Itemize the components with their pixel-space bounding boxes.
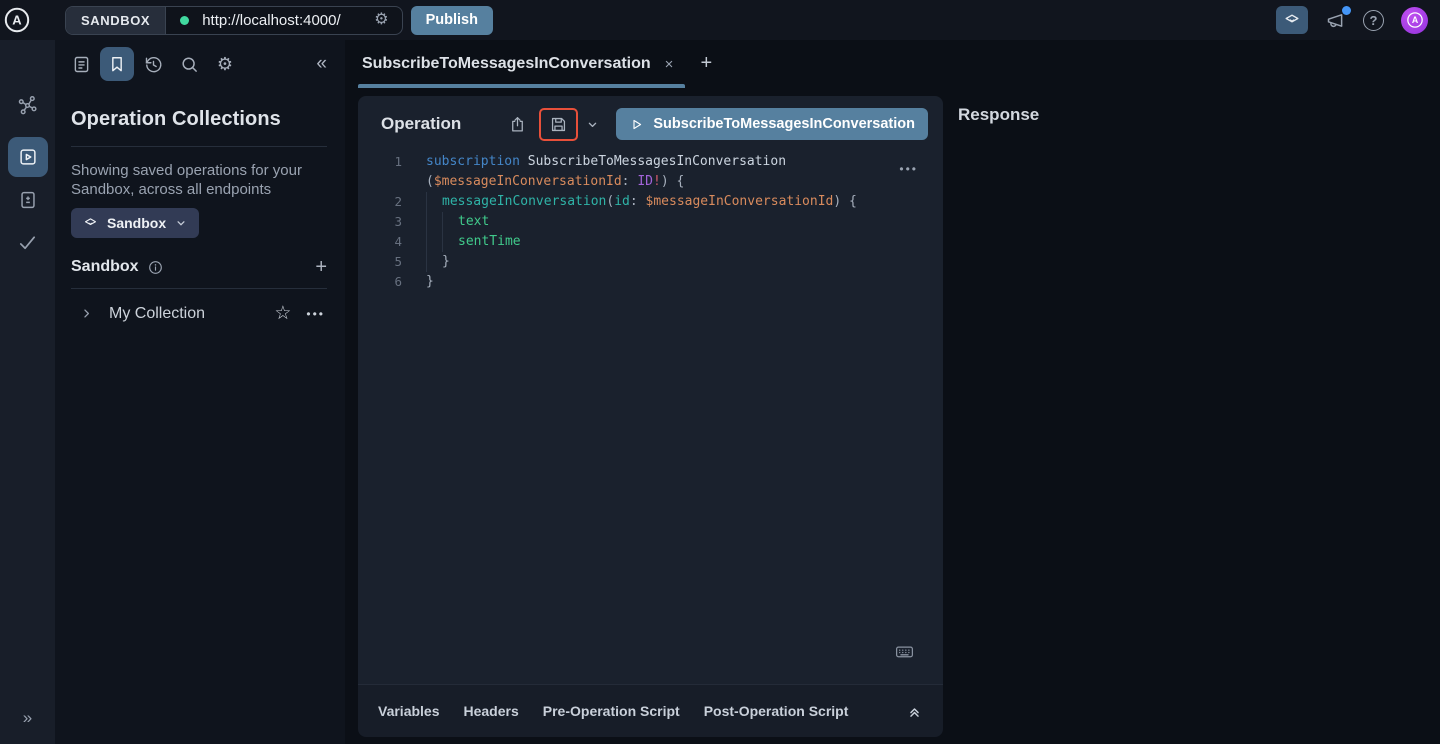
user-avatar[interactable]: A [1401, 7, 1428, 34]
graphql-code-editor[interactable]: 1subscription SubscribeToMessagesInConve… [358, 152, 943, 292]
section-title: Sandbox [71, 258, 139, 276]
graphos-studio-button[interactable] [1276, 6, 1308, 34]
sandbox-cube-icon [82, 215, 99, 232]
collection-menu-icon[interactable]: ••• [306, 308, 325, 320]
explorer-icon[interactable] [8, 137, 48, 177]
line-number: 2 [358, 192, 402, 212]
collection-list-item[interactable]: My Collection ☆ ••• [71, 289, 327, 323]
tab-headers[interactable]: Headers [464, 703, 519, 719]
code-row: 4sentTime [358, 232, 943, 252]
schema-sdl-icon[interactable] [17, 189, 39, 211]
code-row: 2messageInConversation(id: $messageInCon… [358, 192, 943, 212]
save-operation-highlight[interactable] [539, 108, 578, 141]
svg-text:A: A [12, 13, 22, 28]
code-row: 1subscription SubscribeToMessagesInConve… [358, 152, 943, 172]
indent-guide [426, 212, 442, 232]
tab-post-operation-script[interactable]: Post-Operation Script [704, 703, 849, 719]
line-number: 1 [358, 152, 402, 172]
notification-dot [1342, 6, 1351, 15]
topbar-right-actions: ? A [1276, 6, 1428, 34]
panel-description: Showing saved operations for your Sandbo… [71, 161, 321, 199]
tab-active-operation[interactable]: SubscribeToMessagesInConversation × [362, 40, 685, 88]
indent-guide [426, 232, 442, 252]
checks-icon[interactable] [16, 231, 39, 254]
endpoint-bar: SANDBOX http://localhost:4000/ ⚙ [65, 6, 403, 35]
panel-title: Operation Collections [71, 108, 327, 131]
chevron-right-icon[interactable] [79, 306, 94, 321]
save-operation-icon[interactable] [549, 115, 568, 134]
panel-toolbar: ⚙ « [55, 40, 345, 88]
main-area: SubscribeToMessagesInConversation × + Op… [345, 40, 1440, 744]
connection-settings-gear-icon[interactable]: ⚙ [370, 12, 401, 28]
code-row: 5} [358, 252, 943, 272]
share-operation-icon[interactable] [508, 115, 527, 134]
collection-name: My Collection [109, 305, 205, 323]
tab-pre-operation-script[interactable]: Pre-Operation Script [543, 703, 680, 719]
line-number: 3 [358, 212, 402, 232]
play-icon [629, 117, 644, 132]
line-number: 6 [358, 272, 402, 292]
code-row: ($messageInConversationId: ID!) { [358, 172, 943, 192]
main-body: Operation [345, 88, 1440, 744]
publish-button[interactable]: Publish [411, 6, 493, 35]
code-lines: 1subscription SubscribeToMessagesInConve… [358, 152, 943, 292]
tab-label: SubscribeToMessagesInConversation [362, 55, 651, 73]
add-collection-button[interactable]: + [315, 257, 327, 277]
tab-bar: SubscribeToMessagesInConversation × + [345, 40, 1440, 88]
sandbox-section-header: Sandbox + [71, 257, 327, 277]
scope-label: Sandbox [107, 215, 166, 231]
help-icon[interactable]: ? [1363, 10, 1384, 31]
settings-gear-icon[interactable]: ⚙ [207, 47, 243, 81]
code-row: 3text [358, 212, 943, 232]
search-icon[interactable] [171, 47, 207, 81]
workspace: » [0, 40, 1440, 744]
operation-header: Operation [358, 96, 943, 152]
collapse-panel-icon[interactable]: « [312, 51, 331, 77]
code-row: 6} [358, 272, 943, 292]
panel-content: Operation Collections Showing saved oper… [55, 88, 345, 323]
history-icon[interactable] [135, 47, 171, 81]
documentation-icon[interactable] [63, 47, 99, 81]
expand-rail-icon[interactable]: » [0, 708, 55, 728]
operation-actions: SubscribeToMessagesInConversation [508, 108, 928, 141]
line-number: 5 [358, 252, 402, 272]
info-icon[interactable] [147, 259, 164, 276]
operation-panel: Operation [358, 96, 943, 684]
indent-guide [442, 212, 458, 232]
operation-column: Operation [358, 88, 943, 744]
connection-status-dot [180, 16, 189, 25]
indent-guide [442, 232, 458, 252]
new-tab-button[interactable]: + [700, 53, 712, 75]
divider [71, 146, 327, 147]
scope-selector-button[interactable]: Sandbox [71, 208, 199, 238]
line-number: 4 [358, 232, 402, 252]
endpoint-url-input[interactable]: http://localhost:4000/ [202, 12, 370, 29]
operation-footer-tabs: Variables Headers Pre-Operation Script P… [358, 684, 943, 737]
left-rail: » [0, 40, 55, 744]
response-panel: Response [943, 88, 1440, 744]
line-number [358, 172, 402, 192]
run-button-label: SubscribeToMessagesInConversation [653, 116, 915, 132]
operation-collections-panel: ⚙ « Operation Collections Showing saved … [55, 40, 345, 744]
indent-guide [426, 252, 442, 272]
saved-collections-bookmark-icon[interactable] [100, 47, 134, 81]
operation-panel-title: Operation [381, 114, 461, 134]
indent-guide [426, 192, 442, 212]
response-panel-title: Response [958, 105, 1440, 125]
chevron-down-icon [174, 216, 188, 230]
graph-icon[interactable] [16, 94, 39, 117]
star-favorite-icon[interactable]: ☆ [274, 304, 291, 323]
expand-footer-panel-icon[interactable] [906, 703, 923, 720]
run-operation-button[interactable]: SubscribeToMessagesInConversation [616, 108, 928, 140]
topbar: A SANDBOX http://localhost:4000/ ⚙ Publi… [0, 0, 1440, 40]
tab-variables[interactable]: Variables [378, 703, 440, 719]
close-tab-icon[interactable]: × [665, 57, 674, 72]
save-options-chevron-icon[interactable] [585, 117, 600, 132]
announcements-megaphone-icon[interactable] [1325, 10, 1346, 31]
keyboard-shortcuts-icon[interactable] [894, 641, 915, 662]
svg-text:A: A [1411, 15, 1418, 25]
sandbox-mode-badge[interactable]: SANDBOX [66, 7, 166, 34]
editor-menu-icon[interactable]: ••• [899, 162, 918, 176]
apollo-logo-icon[interactable]: A [3, 6, 31, 34]
